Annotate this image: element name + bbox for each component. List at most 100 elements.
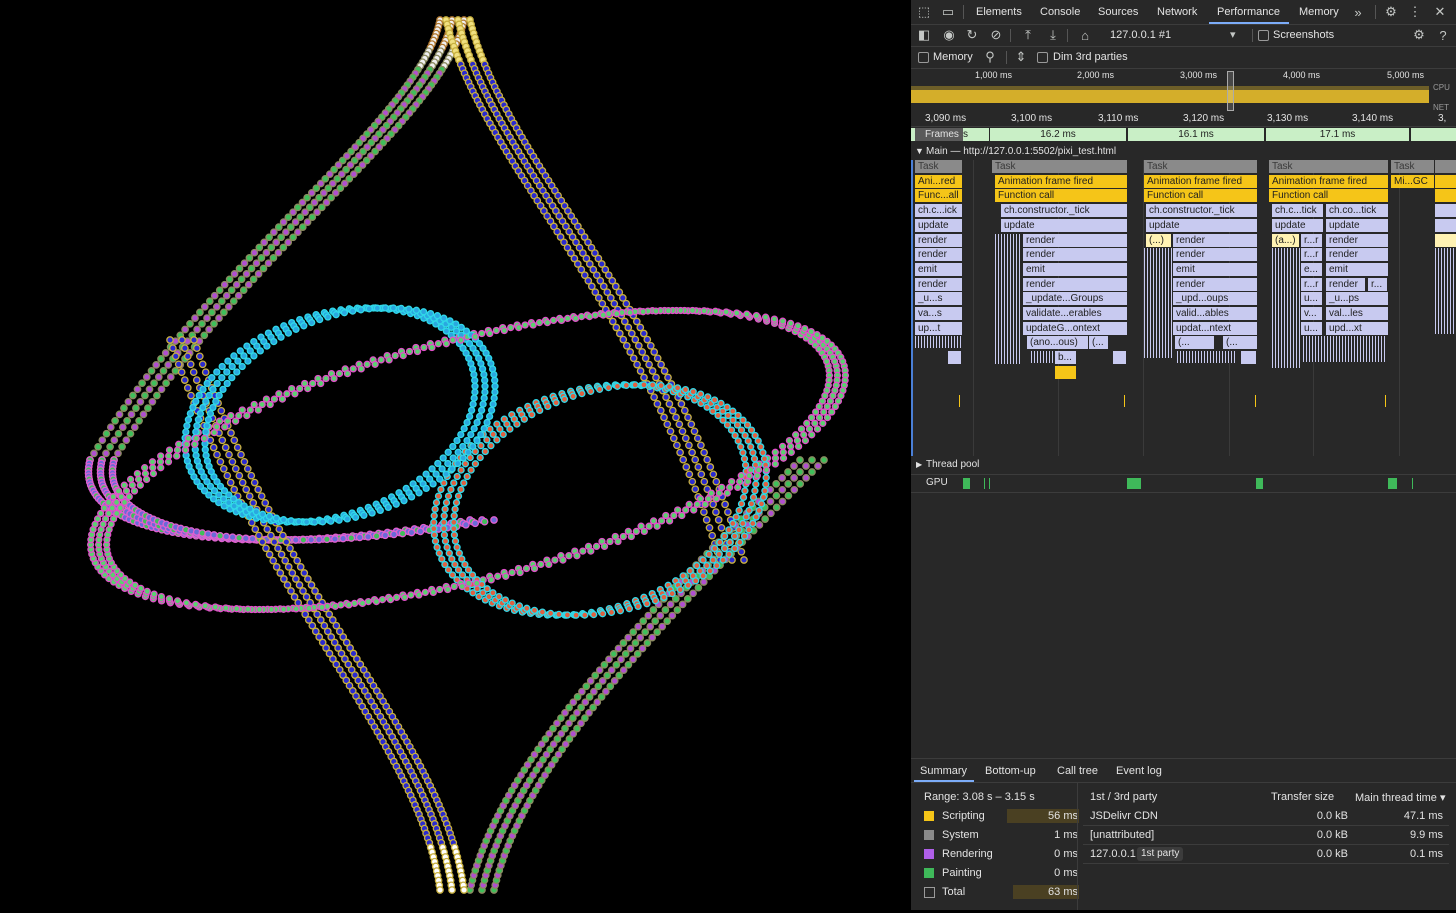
- overview-selection-handle[interactable]: [1227, 71, 1234, 111]
- flame-entry[interactable]: validate...erables: [1023, 307, 1128, 320]
- main-thread-header[interactable]: ▼ Main — http://127.0.0.1:5502/pixi_test…: [911, 145, 1456, 160]
- flame-entry[interactable]: (...: [1223, 336, 1258, 350]
- tab-event-log[interactable]: Event log: [1116, 765, 1162, 777]
- flame-entry[interactable]: render: [915, 248, 963, 262]
- flame-entry[interactable]: [1113, 351, 1127, 365]
- tab-network[interactable]: Network: [1157, 0, 1197, 24]
- flame-entry[interactable]: [1241, 351, 1257, 365]
- flame-entry[interactable]: [1435, 218, 1456, 232]
- flame-entry[interactable]: updat...ntext: [1173, 321, 1258, 335]
- flame-entry[interactable]: Animation frame fired: [1144, 174, 1258, 188]
- task-bar[interactable]: Task: [1269, 160, 1389, 173]
- collapse-tracks-icon[interactable]: ⇕: [1012, 48, 1030, 66]
- download-icon[interactable]: ⤓: [1044, 26, 1062, 44]
- flame-entry[interactable]: render: [1173, 248, 1258, 262]
- flame-entry[interactable]: render: [1326, 277, 1366, 291]
- flame-entry[interactable]: update: [1001, 218, 1128, 232]
- flame-entry[interactable]: (...: [1175, 336, 1215, 350]
- flame-entry[interactable]: Func...all: [915, 189, 963, 203]
- flame-entry[interactable]: up...t: [915, 321, 963, 335]
- flame-entry[interactable]: va...s: [915, 307, 963, 320]
- dim-third-parties-checkbox[interactable]: [1037, 52, 1048, 63]
- inspect-element-icon[interactable]: ⬚: [915, 3, 933, 21]
- flame-entry[interactable]: (a...): [1272, 233, 1300, 247]
- flame-entry[interactable]: update: [1146, 218, 1258, 232]
- target-select[interactable]: 127.0.0.1 #1: [1110, 29, 1171, 41]
- col-header-main-thread[interactable]: Main thread time ▾: [1355, 791, 1446, 804]
- close-icon[interactable]: ✕: [1431, 3, 1449, 21]
- frames-track[interactable]: Frames s 16.2 ms 16.1 ms 17.1 ms: [911, 127, 1456, 142]
- flame-entry[interactable]: ch.c...ick: [915, 204, 963, 218]
- gpu-event[interactable]: [963, 478, 970, 489]
- broom-icon[interactable]: ⚲: [981, 48, 999, 66]
- flame-chart[interactable]: Task Ani...red Func...all ch.c...ick update r…: [911, 160, 1456, 456]
- more-tabs-icon[interactable]: »: [1349, 3, 1367, 21]
- flame-entry[interactable]: ch.constructor._tick: [1146, 204, 1258, 218]
- clear-icon[interactable]: ⊘: [987, 26, 1005, 44]
- frame-bar[interactable]: 16.2 ms: [990, 128, 1126, 141]
- table-row[interactable]: [unattributed] 0.0 kB 9.9 ms: [1083, 825, 1449, 845]
- table-row[interactable]: 127.0.0.1 1st party 0.0 kB 0.1 ms: [1083, 844, 1449, 864]
- flame-entry[interactable]: render: [915, 233, 963, 247]
- tab-performance[interactable]: Performance: [1217, 0, 1280, 24]
- flame-entry[interactable]: [948, 351, 962, 365]
- tab-summary[interactable]: Summary: [920, 765, 967, 777]
- flame-entry[interactable]: emit: [1023, 262, 1128, 276]
- tab-elements[interactable]: Elements: [976, 0, 1022, 24]
- flame-entry[interactable]: emit: [1173, 262, 1258, 276]
- flame-entry[interactable]: [1435, 189, 1456, 203]
- chevron-down-icon[interactable]: ▾: [1230, 28, 1236, 41]
- col-header-party[interactable]: 1st / 3rd party: [1090, 791, 1157, 803]
- flame-entry[interactable]: Function call: [995, 189, 1128, 203]
- flame-entry[interactable]: _update...Groups: [1023, 292, 1128, 306]
- kebab-menu-icon[interactable]: ⋮: [1406, 3, 1424, 21]
- flame-entry[interactable]: render: [1023, 248, 1128, 262]
- flame-entry[interactable]: render: [1326, 248, 1389, 262]
- flame-entry[interactable]: r...r: [1301, 233, 1323, 247]
- flame-entry[interactable]: updateG...ontext: [1023, 321, 1128, 335]
- flame-entry[interactable]: [1055, 365, 1077, 379]
- tab-sources[interactable]: Sources: [1098, 0, 1138, 24]
- flame-entry[interactable]: (...: [1089, 336, 1109, 350]
- flame-entry[interactable]: (...): [1146, 233, 1172, 247]
- flame-entry[interactable]: Function call: [1144, 189, 1258, 203]
- tab-console[interactable]: Console: [1040, 0, 1080, 24]
- flame-entry[interactable]: _upd...oups: [1173, 292, 1258, 306]
- flame-entry[interactable]: update: [1272, 218, 1324, 232]
- thread-pool-track[interactable]: ▶ Thread pool: [911, 458, 1456, 475]
- task-bar[interactable]: Task: [992, 160, 1128, 173]
- flame-entry[interactable]: [1435, 174, 1456, 188]
- capture-settings-gear-icon[interactable]: ⚙: [1410, 26, 1428, 44]
- tab-memory[interactable]: Memory: [1299, 0, 1339, 24]
- flame-entry[interactable]: render: [1326, 233, 1389, 247]
- flame-entry[interactable]: emit: [1326, 262, 1389, 276]
- flame-entry[interactable]: ch.constructor._tick: [1001, 204, 1128, 218]
- task-bar[interactable]: [1435, 160, 1456, 173]
- flame-entry[interactable]: update: [1326, 218, 1389, 232]
- flame-entry[interactable]: r...: [1368, 277, 1388, 291]
- tab-call-tree[interactable]: Call tree: [1057, 765, 1098, 777]
- flame-entry[interactable]: render: [1023, 233, 1128, 247]
- flame-entry[interactable]: val...les: [1326, 307, 1389, 320]
- flame-entry[interactable]: emit: [915, 262, 963, 276]
- flame-entry[interactable]: u...: [1301, 292, 1323, 306]
- timeline-overview[interactable]: 1,000 ms 2,000 ms 3,000 ms 4,000 ms 5,00…: [911, 69, 1456, 112]
- flame-entry[interactable]: ch.co...tick: [1326, 204, 1389, 218]
- gpu-track[interactable]: GPU: [911, 475, 1456, 493]
- flame-entry[interactable]: render: [1173, 277, 1258, 291]
- flame-entry[interactable]: _u...s: [915, 292, 963, 306]
- flame-entry[interactable]: r...r: [1301, 248, 1323, 262]
- flame-entry[interactable]: Mi...GC: [1391, 174, 1435, 188]
- flame-entry[interactable]: render: [915, 277, 963, 291]
- table-row[interactable]: JSDelivr CDN 0.0 kB 47.1 ms: [1083, 806, 1449, 826]
- memory-checkbox[interactable]: [918, 52, 929, 63]
- flame-entry[interactable]: _u...ps: [1326, 292, 1389, 306]
- flame-entry[interactable]: render: [1023, 277, 1128, 291]
- flame-entry[interactable]: Animation frame fired: [1269, 174, 1389, 188]
- flame-entry[interactable]: ch.c...tick: [1272, 204, 1324, 218]
- flame-entry[interactable]: e...: [1301, 262, 1323, 276]
- frame-bar[interactable]: 16.1 ms: [1128, 128, 1264, 141]
- flame-entry[interactable]: v...: [1301, 307, 1323, 320]
- flame-entry[interactable]: update: [915, 218, 963, 232]
- tab-bottom-up[interactable]: Bottom-up: [985, 765, 1036, 777]
